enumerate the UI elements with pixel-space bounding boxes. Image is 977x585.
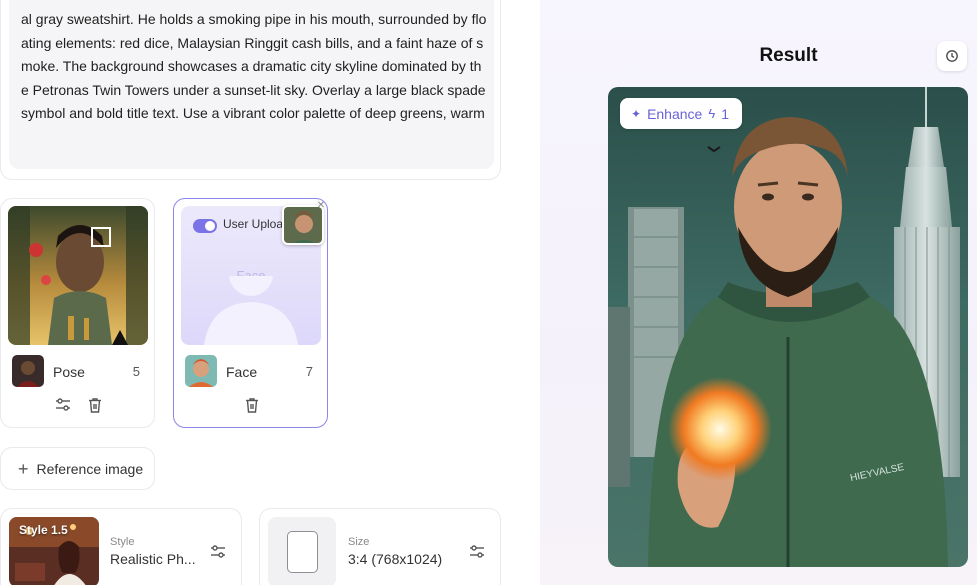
- sliders-icon[interactable]: [209, 543, 227, 561]
- pose-thumbnail[interactable]: [8, 206, 148, 345]
- result-panel: Result HIEYVALSE ✦ Enhance ϟ 1: [540, 0, 977, 585]
- result-title: Result: [759, 45, 818, 66]
- settings-panel: al gray sweatshirt. He holds a smoking p…: [0, 0, 540, 585]
- bolt-icon: ϟ: [708, 106, 716, 121]
- history-icon: [946, 50, 958, 62]
- result-image[interactable]: HIEYVALSE: [608, 87, 968, 567]
- trash-icon[interactable]: [86, 396, 104, 414]
- enhance-label: Enhance: [647, 105, 703, 122]
- pose-label: Pose: [53, 364, 85, 380]
- size-label: Size: [348, 536, 370, 548]
- user-upload-label: User Uploa: [223, 217, 284, 231]
- sliders-icon[interactable]: [468, 543, 486, 561]
- aspect-ratio-icon: [287, 531, 318, 573]
- style-option-card[interactable]: Style 1.5 Style Realistic Ph...: [0, 508, 242, 585]
- sliders-icon[interactable]: [54, 396, 72, 414]
- plus-icon: +: [18, 458, 29, 479]
- style-value: Realistic Ph...: [110, 551, 196, 567]
- prompt-card: al gray sweatshirt. He holds a smoking p…: [0, 0, 501, 180]
- user-upload-toggle[interactable]: [193, 219, 217, 233]
- reference-card-face[interactable]: User Uploa Face ✕ Face 7: [173, 198, 328, 428]
- reference-card-pose[interactable]: Pose 5: [0, 198, 155, 428]
- size-option-card[interactable]: Size 3:4 (768x1024): [259, 508, 501, 585]
- history-button[interactable]: [937, 41, 967, 71]
- face-silhouette: [204, 276, 298, 345]
- reference-image-label: Reference image: [36, 460, 144, 477]
- prompt-text[interactable]: al gray sweatshirt. He holds a smoking p…: [21, 8, 489, 132]
- trash-icon[interactable]: [243, 396, 261, 414]
- add-reference-image-button[interactable]: + Reference image: [0, 447, 155, 490]
- prompt-box[interactable]: al gray sweatshirt. He holds a smoking p…: [9, 0, 494, 169]
- sparkle-icon: ✦: [631, 106, 642, 121]
- enhance-button[interactable]: ✦ Enhance ϟ 1: [620, 98, 743, 129]
- pose-count: 5: [132, 364, 140, 379]
- face-avatar: [185, 355, 217, 387]
- enhance-cost: 1: [721, 105, 730, 122]
- size-value: 3:4 (768x1024): [348, 551, 443, 567]
- face-label: Face: [226, 364, 258, 380]
- style-thumbnail: Style 1.5: [9, 517, 99, 585]
- close-icon[interactable]: ✕: [315, 200, 327, 212]
- face-count: 7: [305, 364, 313, 379]
- size-thumbnail: [268, 517, 336, 585]
- pose-avatar: [12, 355, 44, 387]
- style-label: Style: [110, 536, 135, 548]
- style-version-badge: Style 1.5: [19, 523, 68, 537]
